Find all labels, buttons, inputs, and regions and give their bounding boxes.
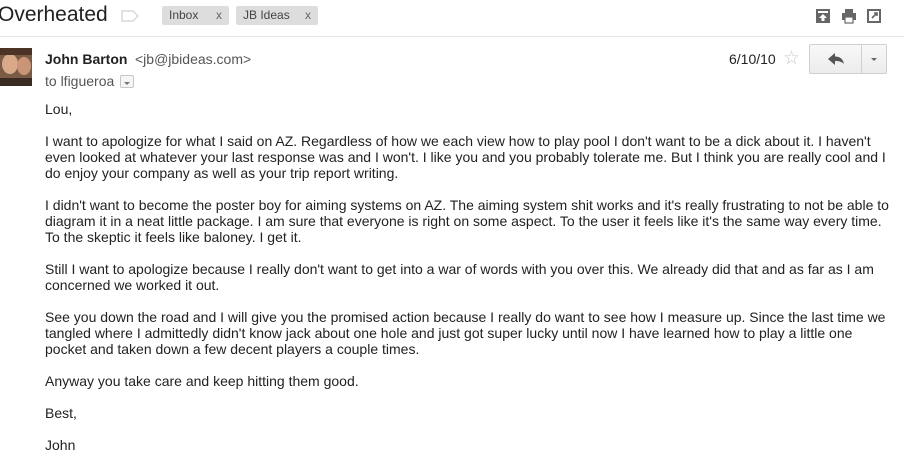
- chevron-down-icon: [871, 58, 877, 61]
- message-paragraph: Anyway you take care and keep hitting th…: [45, 373, 359, 389]
- remove-label-button[interactable]: x: [216, 6, 222, 25]
- label-chip-name: Inbox: [169, 8, 199, 22]
- label-chip-inbox: Inbox x: [162, 6, 229, 25]
- sender-name[interactable]: John Barton: [45, 51, 127, 67]
- reply-button[interactable]: [809, 44, 861, 74]
- label-tag-icon[interactable]: [121, 10, 139, 22]
- sender-email: <jb@jbideas.com>: [135, 51, 252, 67]
- star-icon[interactable]: ☆: [783, 49, 800, 69]
- message-paragraph: Still I want to apologize because I real…: [45, 261, 874, 293]
- message-closing: Best,: [45, 405, 77, 421]
- chevron-down-icon: [124, 82, 130, 85]
- conversation-header: Overheated Inbox x JB Ideas x: [0, 0, 904, 36]
- header-divider: [0, 36, 904, 37]
- archive-icon[interactable]: [815, 8, 831, 24]
- message-signature: John: [45, 437, 76, 453]
- message-paragraph: See you down the road and I will give yo…: [45, 309, 886, 357]
- new-window-icon[interactable]: [866, 8, 882, 24]
- print-icon[interactable]: [841, 8, 857, 24]
- remove-label-button[interactable]: x: [305, 6, 311, 25]
- message-paragraph: I didn't want to become the poster boy f…: [45, 197, 889, 245]
- message-paragraph: I want to apologize for what I said on A…: [45, 133, 886, 181]
- message-date: 6/10/10: [729, 51, 776, 67]
- avatar[interactable]: [0, 48, 32, 86]
- subject-title: Overheated: [0, 3, 108, 26]
- avatar-photo: [0, 48, 32, 86]
- label-chip-name: JB Ideas: [243, 8, 290, 22]
- more-actions-button[interactable]: [861, 44, 887, 74]
- recipient-line: to lfigueroa: [45, 73, 115, 89]
- reply-arrow-icon: [828, 53, 844, 65]
- label-chip-jb-ideas: JB Ideas x: [236, 6, 318, 25]
- message-greeting: Lou,: [45, 101, 73, 117]
- recipient-details-button[interactable]: [120, 75, 134, 88]
